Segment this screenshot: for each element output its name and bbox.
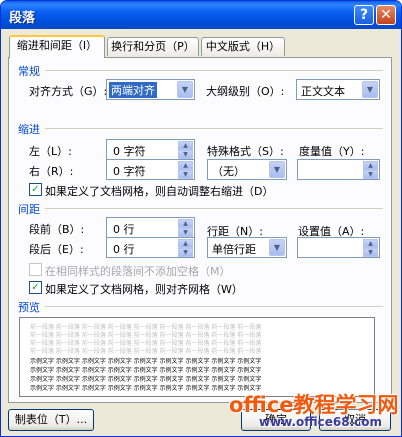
space-after-value: 0 行 — [113, 243, 135, 256]
divider — [45, 70, 383, 71]
outline-level-label: 大纲级别（O）: — [206, 85, 285, 98]
special-indent-value: （无） — [212, 165, 245, 178]
set-value-spinner[interactable]: ▲ ▼ — [297, 237, 380, 258]
special-indent-label: 特殊格式（S）: — [207, 145, 284, 158]
spin-down-icon[interactable]: ▼ — [178, 170, 193, 179]
no-space-same-style-checkbox[interactable] — [29, 263, 42, 276]
right-indent-spinner[interactable]: 0 字符 ▲ ▼ — [106, 159, 195, 180]
space-before-value: 0 行 — [113, 223, 135, 236]
tab-asian-typography[interactable]: 中文版式（H） — [201, 37, 285, 56]
spin-up-icon[interactable]: ▲ — [178, 161, 193, 170]
preview-prev-line: 前一段落 前一段落 前一段落 前一段落 前一段落 前一段落 前一段落 前一段落 … — [30, 348, 262, 355]
divider — [45, 128, 383, 129]
space-after-label: 段后（E）: — [29, 243, 84, 256]
line-spacing-dropdown[interactable]: 单倍行距 ▼ — [207, 237, 287, 258]
section-indent: 缩进 — [18, 123, 40, 136]
right-indent-label: 右（R）: — [29, 165, 74, 178]
special-indent-dropdown[interactable]: （无） ▼ — [207, 159, 287, 180]
spin-down-icon[interactable]: ▼ — [178, 150, 193, 159]
spin-up-icon[interactable]: ▲ — [178, 219, 193, 228]
alignment-label: 对齐方式（G）: — [29, 85, 108, 98]
chevron-down-icon[interactable]: ▼ — [269, 239, 285, 256]
spin-down-icon[interactable]: ▼ — [178, 228, 193, 237]
space-before-label: 段前（B）: — [29, 223, 85, 236]
section-general: 常规 — [18, 65, 40, 78]
preview-sample-line: 示例文字 示例文字 示例文字 示例文字 示例文字 示例文字 示例文字 示例文字 … — [30, 385, 262, 392]
alignment-dropdown[interactable]: 两端对齐 ▼ — [106, 79, 195, 100]
divider — [45, 208, 383, 209]
spin-up-icon[interactable]: ▲ — [178, 239, 193, 248]
line-spacing-value: 单倍行距 — [212, 243, 256, 256]
chevron-down-icon[interactable]: ▼ — [362, 81, 378, 98]
tab-indent-spacing[interactable]: 缩进和间距（I） — [9, 35, 105, 58]
space-before-spinner[interactable]: 0 行 ▲ ▼ — [106, 217, 195, 238]
preview-sample-line: 示例文字 示例文字 示例文字 示例文字 示例文字 示例文字 示例文字 示例文字 … — [30, 376, 262, 383]
title-bar[interactable]: 段落 ? ✕ — [1, 1, 401, 29]
snap-to-grid-label: 如果定义了文档网格，则对齐网格（W） — [45, 283, 243, 296]
dialog-title: 段落 — [9, 11, 36, 26]
auto-adjust-checkbox[interactable]: ✓ — [29, 183, 42, 196]
spin-up-icon[interactable]: ▲ — [178, 141, 193, 150]
chevron-down-icon[interactable]: ▼ — [269, 161, 285, 178]
outline-level-dropdown[interactable]: 正文文本 ▼ — [296, 79, 380, 100]
section-spacing: 间距 — [18, 203, 40, 216]
preview-box: 前一段落 前一段落 前一段落 前一段落 前一段落 前一段落 前一段落 前一段落 … — [19, 317, 375, 397]
left-indent-label: 左（L）: — [29, 145, 72, 158]
divider — [45, 306, 383, 307]
tab-line-page-breaks[interactable]: 换行和分页（P） — [107, 37, 199, 56]
no-space-same-style-label: 在相同样式的段落间不添加空格（M） — [45, 265, 231, 278]
auto-adjust-label: 如果定义了文档网格，则自动调整右缩进（D） — [45, 185, 274, 198]
spin-up-icon[interactable]: ▲ — [363, 161, 378, 170]
left-indent-spinner[interactable]: 0 字符 ▲ ▼ — [106, 139, 195, 160]
preview-sample-line: 示例文字 示例文字 示例文字 示例文字 示例文字 示例文字 示例文字 示例文字 … — [30, 367, 262, 374]
tab-stops-button[interactable]: 制表位（T）... — [8, 409, 94, 431]
measure-spinner[interactable]: ▲ ▼ — [297, 159, 380, 180]
spin-down-icon[interactable]: ▼ — [363, 170, 378, 179]
watermark-url: www.office68.com — [259, 415, 383, 429]
left-indent-value: 0 字符 — [113, 145, 146, 158]
close-button[interactable]: ✕ — [376, 5, 396, 25]
spin-up-icon[interactable]: ▲ — [363, 239, 378, 248]
right-indent-value: 0 字符 — [113, 165, 146, 178]
alignment-value: 两端对齐 — [109, 82, 157, 98]
snap-to-grid-checkbox[interactable]: ✓ — [29, 281, 42, 294]
measure-label: 度量值（Y）: — [299, 145, 365, 158]
section-preview: 预览 — [18, 301, 40, 314]
paragraph-dialog: 段落 ? ✕ 缩进和间距（I） 换行和分页（P） 中文版式（H） 常规 对齐方式… — [0, 0, 402, 437]
outline-level-value: 正文文本 — [301, 85, 345, 98]
spin-down-icon[interactable]: ▼ — [178, 248, 193, 257]
preview-sample-line: 示例文字 示例文字 示例文字 示例文字 示例文字 示例文字 示例文字 示例文字 … — [30, 358, 262, 365]
help-button[interactable]: ? — [354, 5, 374, 25]
chevron-down-icon[interactable]: ▼ — [177, 81, 193, 98]
spin-down-icon[interactable]: ▼ — [363, 248, 378, 257]
space-after-spinner[interactable]: 0 行 ▲ ▼ — [106, 237, 195, 258]
